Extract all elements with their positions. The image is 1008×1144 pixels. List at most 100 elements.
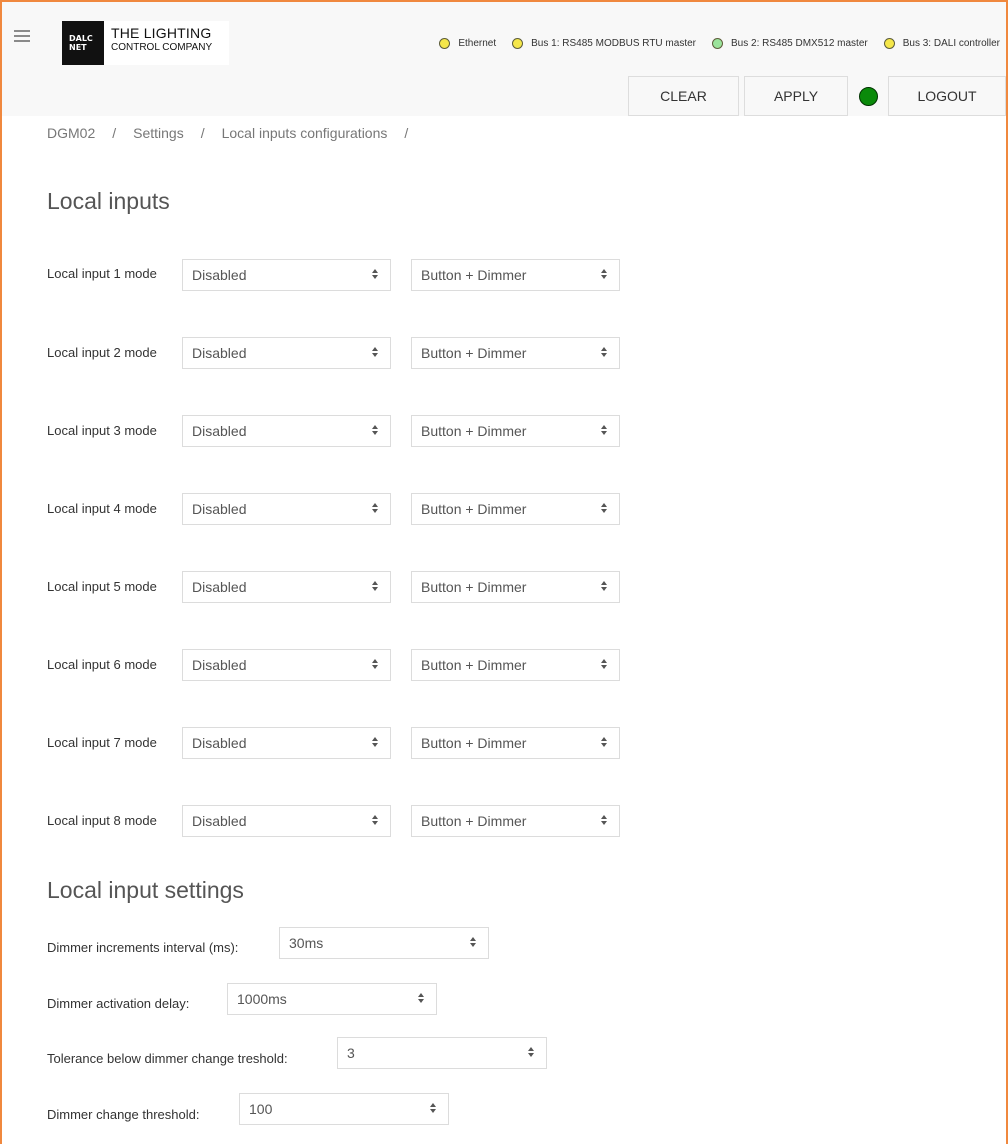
company-logo: DALC NET THE LIGHTING CONTROL COMPANY [62, 21, 229, 65]
select-value: Button + Dimmer [421, 657, 527, 673]
tolerance-select[interactable]: 3 [337, 1037, 547, 1069]
local-input-mode-select[interactable]: Disabled [182, 259, 391, 291]
select-value: Button + Dimmer [421, 345, 527, 361]
breadcrumb-settings[interactable]: Settings [133, 125, 184, 141]
breadcrumb: DGM02 / Settings / Local inputs configur… [47, 125, 425, 141]
local-inputs-title: Local inputs [47, 188, 170, 214]
activation-delay-select[interactable]: 1000ms [227, 983, 437, 1015]
clear-button[interactable]: CLEAR [628, 76, 739, 116]
select-arrows-icon [528, 1047, 535, 1059]
status-label: Bus 1: RS485 MODBUS RTU master [531, 38, 696, 49]
local-input-function-select[interactable]: Button + Dimmer [411, 727, 620, 759]
select-value: Disabled [192, 345, 247, 361]
activation-delay-label: Dimmer activation delay: [47, 996, 190, 1011]
select-value: Disabled [192, 501, 247, 517]
logo-mark-line1: DALC [69, 34, 93, 43]
local-input-mode-select[interactable]: Disabled [182, 649, 391, 681]
breadcrumb-local-inputs[interactable]: Local inputs configurations [222, 125, 388, 141]
select-arrows-icon [601, 581, 608, 593]
breadcrumb-separator: / [112, 125, 117, 141]
select-value: Disabled [192, 735, 247, 751]
local-input-mode-select[interactable]: Disabled [182, 805, 391, 837]
status-indicator-icon [883, 38, 895, 49]
local-input-label: Local input 6 mode [47, 657, 157, 672]
local-input-label: Local input 3 mode [47, 423, 157, 438]
logo-mark: DALC NET [62, 21, 104, 65]
select-arrows-icon [601, 659, 608, 671]
select-value: Disabled [192, 579, 247, 595]
local-input-function-select[interactable]: Button + Dimmer [411, 571, 620, 603]
status-bus3: Bus 3: DALI controller [883, 38, 1000, 49]
select-arrows-icon [372, 815, 379, 827]
select-arrows-icon [601, 503, 608, 515]
apply-button[interactable]: APPLY [744, 76, 848, 116]
local-input-label: Local input 1 mode [47, 266, 157, 281]
local-input-label: Local input 2 mode [47, 345, 157, 360]
select-value: 100 [249, 1101, 273, 1117]
local-input-mode-select[interactable]: Disabled [182, 415, 391, 447]
status-indicator-icon [712, 38, 723, 49]
status-indicator-icon [512, 38, 524, 49]
select-arrows-icon [418, 993, 425, 1005]
local-input-mode-select[interactable]: Disabled [182, 727, 391, 759]
select-arrows-icon [372, 581, 379, 593]
local-input-function-select[interactable]: Button + Dimmer [411, 805, 620, 837]
select-value: 3 [347, 1045, 355, 1061]
select-value: Disabled [192, 657, 247, 673]
select-arrows-icon [430, 1103, 437, 1115]
bus-status-bar: Ethernet Bus 1: RS485 MODBUS RTU master … [423, 38, 1000, 49]
status-label: Bus 3: DALI controller [902, 38, 1000, 49]
status-label: Bus 2: RS485 DMX512 master [731, 38, 868, 49]
local-input-function-select[interactable]: Button + Dimmer [411, 493, 620, 525]
select-arrows-icon [601, 425, 608, 437]
select-arrows-icon [601, 815, 608, 827]
status-label: Ethernet [458, 38, 497, 49]
select-value: 30ms [289, 935, 324, 951]
select-value: Button + Dimmer [421, 579, 527, 595]
hamburger-menu-icon[interactable] [14, 30, 30, 42]
select-value: Disabled [192, 813, 247, 829]
select-arrows-icon [372, 347, 379, 359]
local-input-mode-select[interactable]: Disabled [182, 337, 391, 369]
connection-status-icon [859, 87, 878, 106]
local-input-label: Local input 4 mode [47, 501, 157, 516]
change-threshold-select[interactable]: 100 [239, 1093, 449, 1125]
select-arrows-icon [372, 737, 379, 749]
local-input-function-select[interactable]: Button + Dimmer [411, 415, 620, 447]
select-arrows-icon [372, 659, 379, 671]
local-input-settings-title: Local input settings [47, 877, 244, 903]
change-threshold-label: Dimmer change threshold: [47, 1107, 200, 1122]
status-bus2: Bus 2: RS485 DMX512 master [712, 38, 868, 49]
dimmer-interval-label: Dimmer increments interval (ms): [47, 940, 239, 955]
local-input-mode-select[interactable]: Disabled [182, 571, 391, 603]
logo-mark-line2: NET [69, 43, 87, 52]
action-bar: CLEAR APPLY LOGOUT [2, 76, 1006, 116]
select-value: Disabled [192, 267, 247, 283]
local-input-label: Local input 8 mode [47, 813, 157, 828]
select-arrows-icon [601, 347, 608, 359]
select-value: Disabled [192, 423, 247, 439]
breadcrumb-device[interactable]: DGM02 [47, 125, 95, 141]
logo-subtitle: CONTROL COMPANY [111, 42, 213, 53]
dimmer-interval-select[interactable]: 30ms [279, 927, 489, 959]
select-arrows-icon [372, 269, 379, 281]
select-arrows-icon [601, 269, 608, 281]
breadcrumb-separator: / [200, 125, 205, 141]
local-input-function-select[interactable]: Button + Dimmer [411, 649, 620, 681]
select-value: Button + Dimmer [421, 735, 527, 751]
status-ethernet: Ethernet [439, 38, 496, 49]
status-indicator-icon [439, 38, 451, 49]
local-input-label: Local input 5 mode [47, 579, 157, 594]
local-input-function-select[interactable]: Button + Dimmer [411, 259, 620, 291]
breadcrumb-separator: / [404, 125, 409, 141]
select-arrows-icon [372, 425, 379, 437]
select-arrows-icon [372, 503, 379, 515]
local-input-mode-select[interactable]: Disabled [182, 493, 391, 525]
select-value: Button + Dimmer [421, 423, 527, 439]
select-arrows-icon [601, 737, 608, 749]
select-arrows-icon [470, 937, 477, 949]
logout-button[interactable]: LOGOUT [888, 76, 1006, 116]
select-value: Button + Dimmer [421, 813, 527, 829]
select-value: Button + Dimmer [421, 267, 527, 283]
local-input-function-select[interactable]: Button + Dimmer [411, 337, 620, 369]
